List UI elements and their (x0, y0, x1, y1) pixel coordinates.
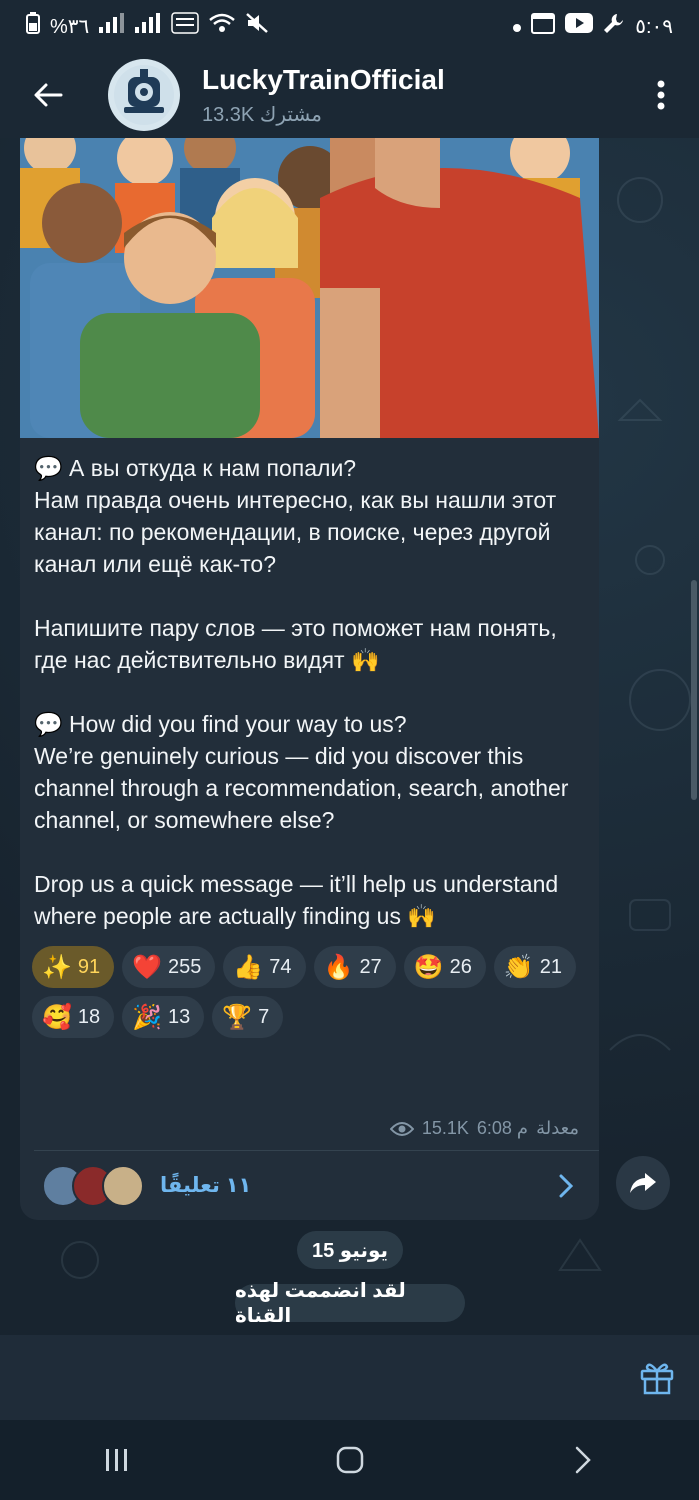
reaction-count: 7 (258, 1005, 270, 1028)
channel-post: 💬 А вы откуда к нам попали? Нам правда о… (20, 138, 599, 1220)
recent-apps-button[interactable] (87, 1430, 147, 1490)
chevron-right-icon (575, 1446, 591, 1474)
train-logo-icon (114, 65, 174, 125)
edited-label: معدلة (536, 1118, 579, 1138)
reaction-count: 18 (77, 1005, 101, 1028)
more-menu-button[interactable] (641, 65, 681, 125)
wifi-icon (209, 13, 236, 39)
post-time: 6:08 م (476, 1118, 529, 1138)
youtube-icon (565, 13, 594, 39)
reaction-chip-sparkle[interactable]: ✨ 91 (32, 946, 115, 988)
service-message: لقد انضممت لهذه القناة (235, 1280, 465, 1327)
volte-icon (171, 12, 200, 40)
view-count: 15.1K (421, 1118, 469, 1138)
reaction-count: 26 (449, 955, 472, 978)
chat-header: LuckyTrainOfficial 13.3K مشترك (0, 52, 699, 138)
comments-count-label: ١١ تعليقًا (160, 1174, 252, 1197)
reaction-count: 255 (168, 955, 202, 978)
star-struck-icon: 🤩 (413, 953, 444, 981)
status-bar: %٣٦ ٥:٠٩ (0, 0, 699, 52)
clock: ٥:٠٩ (635, 15, 673, 38)
recent-apps-icon (105, 1449, 127, 1471)
back-button[interactable] (18, 65, 78, 125)
reaction-chip-heart[interactable]: ❤️ 255 (122, 946, 216, 988)
post-meta: 15.1K 6:08 م معدلة (389, 1118, 579, 1139)
battery-icon (26, 12, 40, 40)
reaction-count: 27 (359, 955, 382, 978)
channel-avatar[interactable] (108, 59, 180, 131)
date-pill: 15 يونيو (297, 1231, 403, 1269)
system-navigation-bar (0, 1420, 699, 1500)
scrollbar[interactable] (691, 580, 697, 800)
channel-title[interactable]: LuckyTrainOfficial (202, 64, 641, 96)
reaction-chip-fire[interactable]: 🔥 27 (313, 946, 396, 988)
reaction-chip-star-struck[interactable]: 🤩 26 (403, 946, 486, 988)
subscriber-count: 13.3K مشترك (202, 103, 322, 126)
home-icon (336, 1446, 363, 1474)
trophy-icon: 🏆 (222, 1003, 253, 1031)
thumbs-up-icon: 👍 (233, 953, 264, 981)
smiling-hearts-icon: 🥰 (42, 1003, 72, 1031)
notification-dot-icon (513, 15, 522, 38)
post-image[interactable] (20, 138, 599, 438)
reaction-chip-thumbs-up[interactable]: 👍 74 (223, 946, 306, 988)
heart-icon: ❤️ (132, 953, 163, 981)
signal-icon-2 (135, 13, 161, 39)
reaction-count: 21 (539, 955, 562, 978)
back-arrow-icon (34, 83, 63, 107)
home-button[interactable] (320, 1430, 380, 1490)
commenter-avatars (42, 1164, 144, 1207)
reaction-count: 74 (269, 955, 292, 978)
wrench-icon (603, 12, 625, 40)
gift-button[interactable] (637, 1357, 677, 1397)
reaction-chip-trophy[interactable]: 🏆 7 (212, 996, 284, 1038)
reactions-bar: ✨ 91 ❤️ 255 👍 74 🔥 27 🤩 26 👏 21 🥰 18 🎉 1… (20, 932, 599, 1038)
comments-button[interactable]: ١١ تعليقًا (20, 1151, 599, 1220)
reaction-count: 13 (168, 1005, 191, 1028)
reaction-chip-smiling-hearts[interactable]: 🥰 18 (32, 996, 115, 1038)
battery-percent: %٣٦ (50, 15, 90, 38)
calendar-icon (531, 12, 556, 40)
share-button[interactable] (616, 1156, 670, 1210)
reaction-chip-clap[interactable]: 👏 21 (493, 946, 576, 988)
post-text-ru: 💬 А вы откуда к нам попали? Нам правда о… (34, 455, 557, 673)
signal-icon (99, 13, 125, 39)
system-back-button[interactable] (553, 1430, 613, 1490)
chevron-right-icon (559, 1174, 573, 1197)
clap-icon: 👏 (503, 953, 534, 981)
gift-icon (640, 1363, 674, 1395)
avatar (102, 1164, 144, 1207)
sparkle-icon: ✨ (42, 953, 72, 981)
fire-icon: 🔥 (323, 953, 354, 981)
bottom-action-bar (0, 1335, 699, 1420)
eye-icon (389, 1121, 414, 1136)
party-popper-icon: 🎉 (132, 1003, 163, 1031)
post-text-en: 💬 How did you find your way to us? We’re… (34, 711, 569, 929)
reaction-count: 91 (77, 955, 101, 978)
share-arrow-icon (630, 1173, 656, 1193)
reaction-chip-party[interactable]: 🎉 13 (122, 996, 205, 1038)
more-vertical-icon (657, 80, 665, 110)
mute-icon (245, 12, 269, 40)
